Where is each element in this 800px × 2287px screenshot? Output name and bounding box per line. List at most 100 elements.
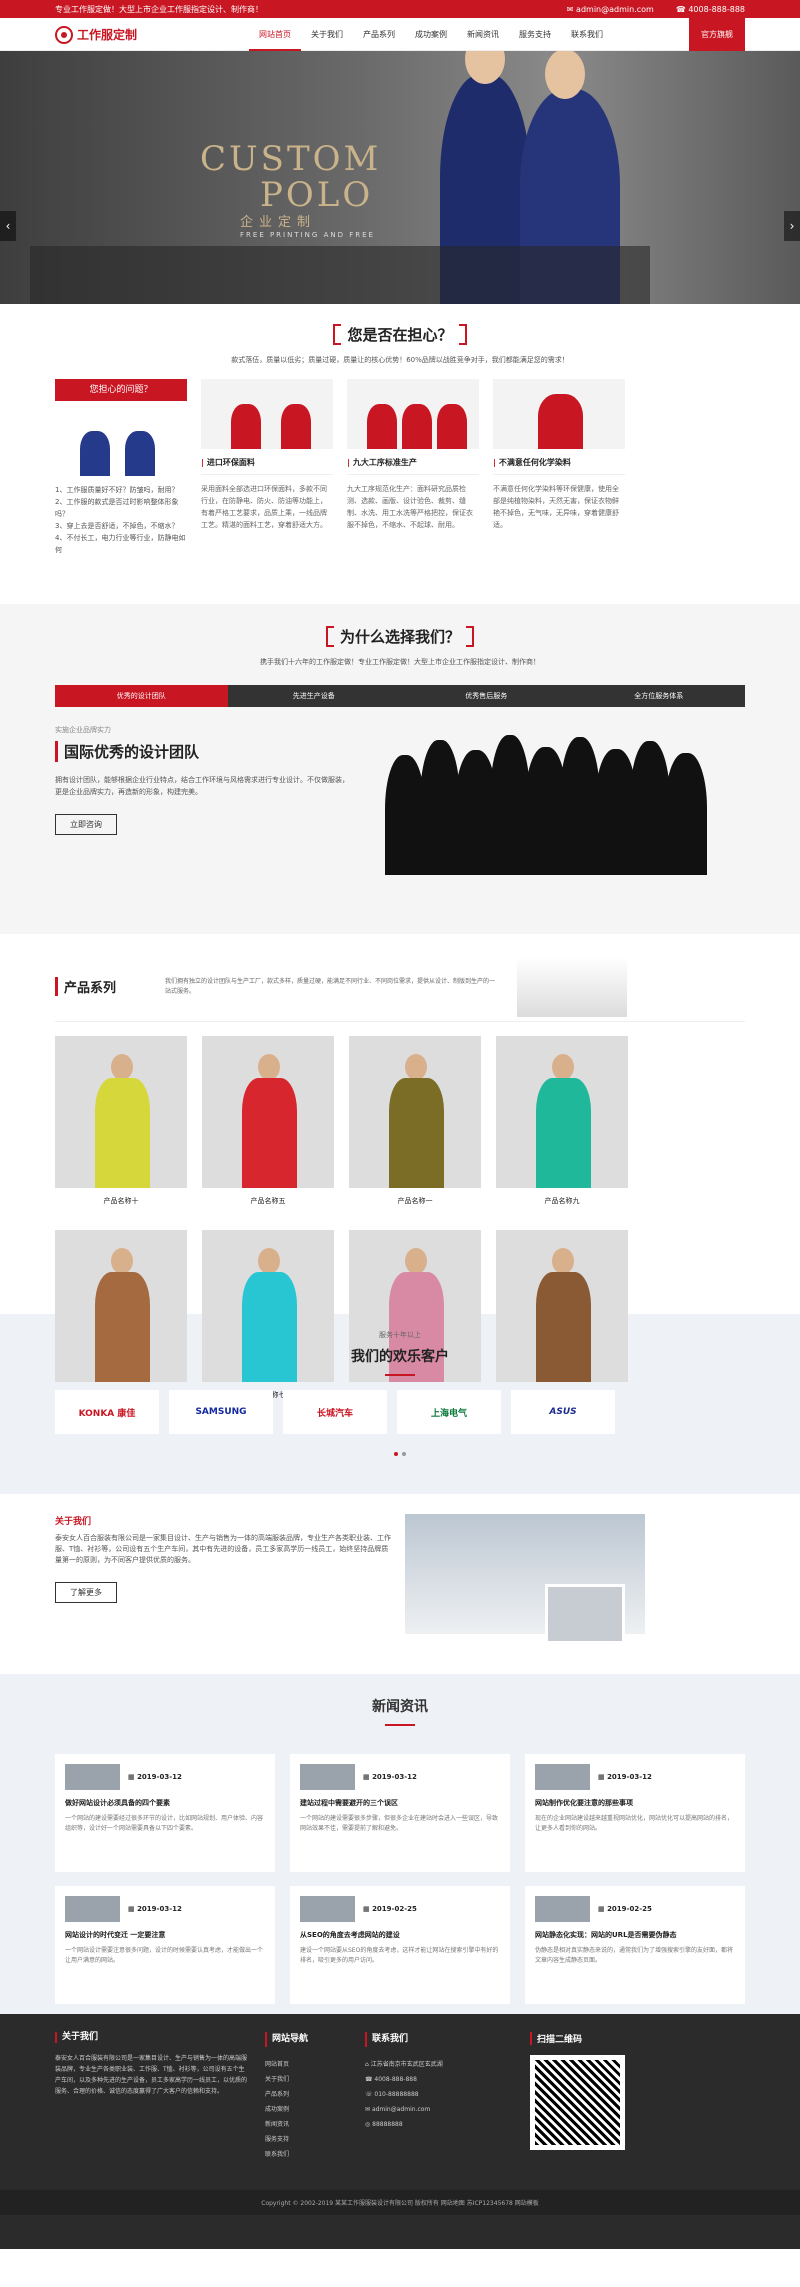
footer-nav-link[interactable]: 产品系列 <box>265 2087 360 2102</box>
why-title: 为什么选择我们？ <box>325 626 475 647</box>
welcome-text: 专业工作服定做！大型上市企业工作服指定设计、制作商！ <box>55 4 263 14</box>
worker-figure <box>367 404 397 449</box>
coat-shape <box>536 1078 591 1188</box>
model-head <box>258 1054 280 1080</box>
product-image <box>349 1036 481 1188</box>
product-image <box>496 1036 628 1188</box>
nav-cases[interactable]: 成功案例 <box>405 18 457 51</box>
product-card[interactable]: 产品名称十 <box>55 1036 187 1216</box>
client-logo-shanghai-electric[interactable]: 上海电气 <box>397 1390 501 1434</box>
footer-nav-link[interactable]: 网站首页 <box>265 2057 360 2072</box>
news-card[interactable]: ▦ 2019-02-25 网站静态化实现：网站的URL是否需要伪静态 伪静态是相对真… <box>525 1886 745 2004</box>
team-silhouette-image <box>365 725 745 875</box>
learn-more-button[interactable]: 了解更多 <box>55 1582 117 1603</box>
footer-nav-link[interactable]: 联系我们 <box>265 2147 360 2162</box>
carousel-dot[interactable] <box>402 1452 406 1456</box>
news-card[interactable]: ▦ 2019-03-12 建站过程中需要避开的三个误区 一个网站的建设需要很多步骤，… <box>290 1754 510 1872</box>
model-head <box>405 1054 427 1080</box>
email-text: admin@admin.com <box>576 4 654 14</box>
nav-news[interactable]: 新闻资讯 <box>457 18 509 51</box>
client-logo-asus[interactable]: ASUS <box>511 1390 615 1434</box>
model-head <box>552 1248 574 1274</box>
news-title[interactable]: 网站设计的时代变迁 一定要注意 <box>65 1930 265 1940</box>
footer-contact: 联系我们 ⌂ 江苏省南京市玄武区玄武湖 ☎ 4008-888-888 ☏ 010… <box>365 2032 510 2162</box>
footer-nav-link[interactable]: 关于我们 <box>265 2072 360 2087</box>
banner-subtitle: 企业定制 <box>240 215 317 230</box>
nav-about[interactable]: 关于我们 <box>301 18 353 51</box>
news-date-text: 2019-03-12 <box>137 1905 182 1913</box>
product-card[interactable]: 产品名称九 <box>496 1036 628 1216</box>
news-date-text: 2019-02-25 <box>607 1905 652 1913</box>
qr-code <box>530 2055 625 2150</box>
product-name: 产品名称五 <box>250 1197 286 1205</box>
client-logo-samsung[interactable]: SAMSUNG <box>169 1390 273 1434</box>
worry-item-fabric: 进口环保面料 采用面料全部选进口环保面料，多款不同行业，在防静电、防火、防油等功… <box>201 379 333 556</box>
news-title[interactable]: 建站过程中需要避开的三个误区 <box>300 1798 500 1808</box>
worry-questions-image <box>55 401 187 476</box>
footer-qr-title: 扫描二维码 <box>530 2032 625 2045</box>
nav-support[interactable]: 服务支持 <box>509 18 561 51</box>
coat-shape <box>242 1078 297 1188</box>
flagship-button[interactable]: 官方旗舰 <box>689 18 745 51</box>
office-photo <box>545 1584 625 1644</box>
list-item: 4、不付长工，电力行业等行业，防静电如何 <box>55 534 186 554</box>
footer-nav: 网站导航 网站首页 关于我们 产品系列 成功案例 新闻资讯 服务支持 联系我们 <box>265 2032 360 2162</box>
footer-nav-title: 网站导航 <box>265 2032 360 2047</box>
news-card[interactable]: ▦ 2019-03-12 网站制作优化要注意的那些事项 现在的企业网站建设越来越重视… <box>525 1754 745 1872</box>
consult-button[interactable]: 立即咨询 <box>55 814 117 835</box>
nav-home[interactable]: 网站首页 <box>249 18 301 51</box>
nav-products[interactable]: 产品系列 <box>353 18 405 51</box>
tab-service[interactable]: 全方位服务体系 <box>573 685 746 707</box>
banner-thumbnail-strip <box>30 246 650 304</box>
news-desc: 现在的企业网站建设越来越重视网站优化，网站优化可以提高网站的排名，让更多人看到你… <box>535 1815 734 1832</box>
tab-design-team[interactable]: 优秀的设计团队 <box>55 685 228 707</box>
carousel-dot[interactable] <box>394 1452 398 1456</box>
coat-shape <box>389 1078 444 1188</box>
news-title[interactable]: 从SEO的角度去考虑网站的建设 <box>300 1930 500 1940</box>
site-logo[interactable]: 工作服定制 <box>55 25 235 44</box>
address-line: ⌂ 江苏省南京市玄武区玄武湖 <box>365 2061 443 2068</box>
product-card[interactable]: 产品名称一 <box>349 1036 481 1216</box>
news-grid: ▦ 2019-03-12 做好网站设计必须具备的四个要素 一个网站的建设需要经过很多… <box>55 1754 745 2004</box>
news-desc: 一个网站设计需要注意很多问题，设计的时候需要认真考虑，才能做出一个让用户满意的网… <box>65 1947 264 1964</box>
client-logo-konka[interactable]: KONKA 康佳 <box>55 1390 159 1434</box>
worry-item-title: 九大工序标准生产 <box>347 449 479 475</box>
footer-nav-link[interactable]: 新闻资讯 <box>265 2117 360 2132</box>
why-tabs: 优秀的设计团队 先进生产设备 优秀售后服务 全方位服务体系 <box>55 685 745 707</box>
news-title[interactable]: 做好网站设计必须具备的四个要素 <box>65 1798 265 1808</box>
footer-nav-link[interactable]: 服务支持 <box>265 2132 360 2147</box>
news-title[interactable]: 网站静态化实现：网站的URL是否需要伪静态 <box>535 1930 735 1940</box>
news-date: ▦ 2019-03-12 <box>363 1773 417 1781</box>
worry-item-desc: 采用面料全部选进口环保面料，多款不同行业，在防静电、防火、防油等功能上，有着严格… <box>201 485 327 529</box>
news-desc: 建设一个网站要从SEO的角度去考虑，这样才能让网站在搜索引擎中有好的排名，吸引更… <box>300 1947 499 1964</box>
factory-building-image <box>517 956 627 1017</box>
client-logos: KONKA 康佳 SAMSUNG 长城汽车 上海电气 ASUS <box>55 1390 745 1434</box>
products-title: 产品系列 <box>55 977 165 996</box>
banner-prev-arrow-icon[interactable]: ‹ <box>0 211 16 241</box>
clients-small-label: 服务十年以上 <box>379 1331 421 1339</box>
news-card[interactable]: ▦ 2019-03-12 网站设计的时代变迁 一定要注意 一个网站设计需要注意很多问… <box>55 1886 275 2004</box>
client-logo-greatwall[interactable]: 长城汽车 <box>283 1390 387 1434</box>
news-date-text: 2019-03-12 <box>137 1773 182 1781</box>
products-section: 产品系列 我们拥有独立的设计团队与生产工厂，款式多样，质量过硬，能满足不同行业、… <box>0 934 800 1399</box>
news-date-text: 2019-03-12 <box>607 1773 652 1781</box>
news-card[interactable]: ▦ 2019-02-25 从SEO的角度去考虑网站的建设 建设一个网站要从SEO的角… <box>290 1886 510 2004</box>
phone-text: 4008-888-888 <box>374 2076 417 2083</box>
news-title[interactable]: 网站制作优化要注意的那些事项 <box>535 1798 735 1808</box>
banner-heading: CUSTOM POLO <box>200 141 381 213</box>
tab-after-sales[interactable]: 优秀售后服务 <box>400 685 573 707</box>
email-line[interactable]: ✉ admin@admin.com <box>365 2102 510 2117</box>
tab-equipment[interactable]: 先进生产设备 <box>228 685 401 707</box>
why-heading: 国际优秀的设计团队 <box>55 741 355 762</box>
email-link[interactable]: ✉ admin@admin.com <box>567 5 654 14</box>
news-card[interactable]: ▦ 2019-03-12 做好网站设计必须具备的四个要素 一个网站的建设需要经过很多… <box>55 1754 275 1872</box>
phone-text: 4008-888-888 <box>688 4 745 14</box>
worry-item-image <box>493 379 625 449</box>
nav-contact[interactable]: 联系我们 <box>561 18 613 51</box>
phone-link[interactable]: ☎ 4008-888-888 <box>676 5 745 14</box>
product-card[interactable]: 产品名称五 <box>202 1036 334 1216</box>
banner-next-arrow-icon[interactable]: › <box>784 211 800 241</box>
footer-nav-link[interactable]: 成功案例 <box>265 2102 360 2117</box>
worry-item-title: 进口环保面料 <box>201 449 333 475</box>
news-date-text: 2019-03-12 <box>372 1773 417 1781</box>
